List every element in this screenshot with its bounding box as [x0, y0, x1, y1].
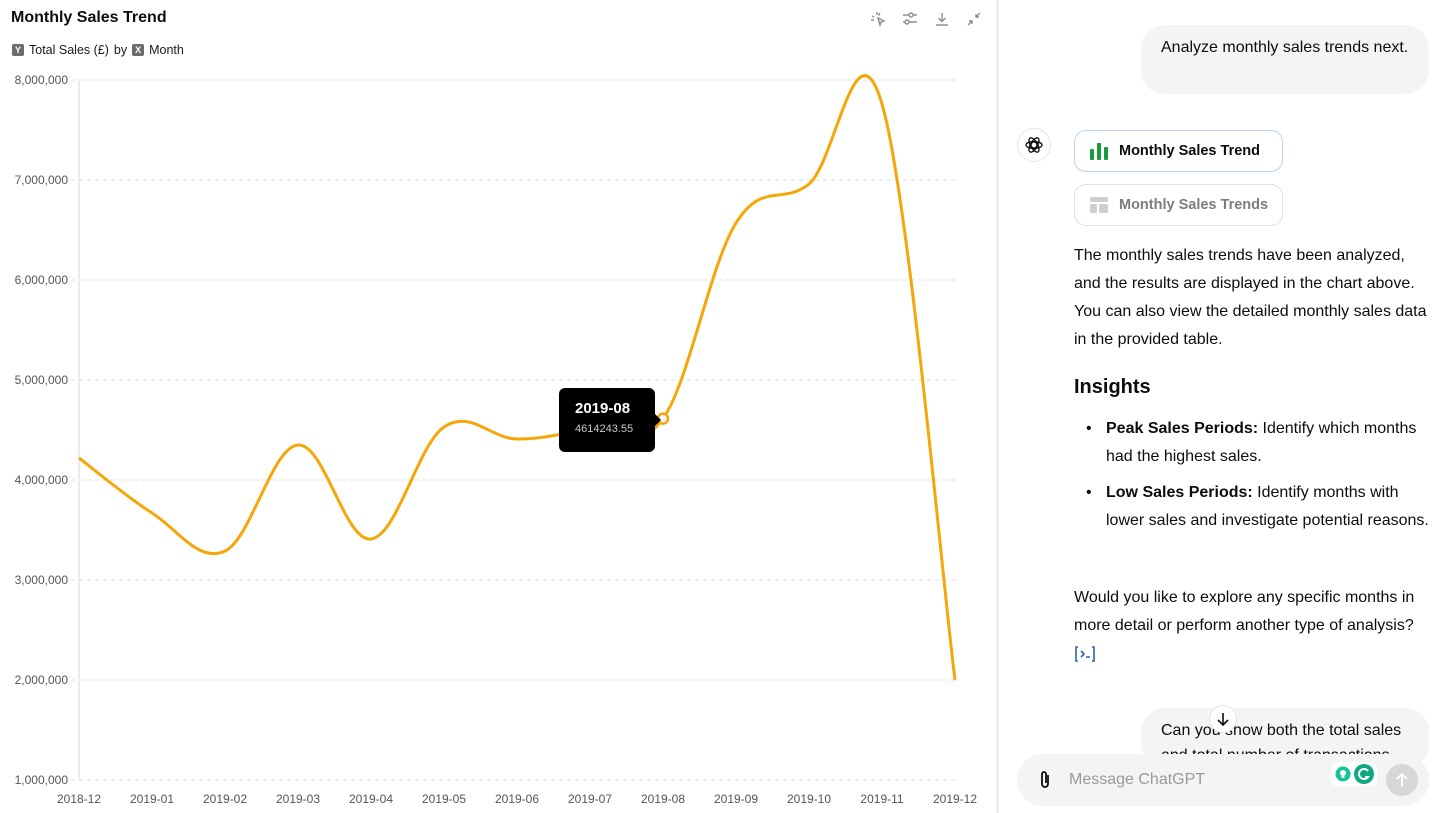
table-icon — [1090, 197, 1108, 213]
artifact-table-label: Monthly Sales Trends — [1119, 197, 1269, 213]
x-tick-label: 2019-06 — [495, 792, 539, 806]
chat-panel: Analyze monthly sales trends next. Month… — [999, 0, 1440, 813]
y-tick-label: 8,000,000 — [15, 73, 69, 87]
y-tick-label: 3,000,000 — [15, 573, 69, 587]
x-tick-label: 2019-12 — [933, 792, 977, 806]
assistant-avatar — [1017, 128, 1051, 162]
tooltip-title: 2019-08 — [575, 400, 631, 417]
y-tick-label: 1,000,000 — [15, 773, 69, 787]
series-line — [78, 74, 957, 681]
x-tick-label: 2019-02 — [203, 792, 247, 806]
insights-heading: Insights — [1074, 376, 1151, 398]
attach-button[interactable] — [1035, 769, 1055, 791]
x-tick-label: 2019-03 — [276, 792, 320, 806]
insight-item: Peak Sales Periods: Identify which month… — [1074, 415, 1434, 471]
chart-panel: Monthly Sales Trend Y Total Sales (£) by… — [0, 0, 997, 813]
x-tick-label: 2019-11 — [860, 792, 903, 806]
insight-title: Peak Sales Periods: — [1106, 420, 1259, 437]
y-tick-label: 2,000,000 — [15, 673, 69, 687]
paperclip-icon — [1041, 771, 1049, 788]
arrow-down-icon — [1217, 713, 1229, 726]
arrow-up-icon — [1396, 773, 1408, 786]
y-tick-label: 6,000,000 — [15, 273, 69, 287]
x-tick-label: 2019-01 — [130, 792, 174, 806]
chart-tooltip: 2019-08 4614243.55 — [559, 388, 661, 452]
followup-question: Would you like to explore any specific m… — [1074, 589, 1415, 634]
user-message: Analyze monthly sales trends next. — [1141, 25, 1429, 94]
scroll-down-button[interactable] — [1209, 705, 1237, 733]
x-tick-label: 2019-05 — [422, 792, 466, 806]
insight-title: Low Sales Periods: — [1106, 484, 1253, 501]
artifact-table-button[interactable]: Monthly Sales Trends — [1074, 184, 1283, 226]
message-composer — [1017, 754, 1429, 806]
send-button[interactable] — [1386, 764, 1418, 796]
y-tick-label: 4,000,000 — [15, 473, 69, 487]
x-tick-label: 2019-09 — [714, 792, 758, 806]
x-tick-label: 2018-12 — [57, 792, 101, 806]
openai-logo-icon — [1025, 137, 1043, 153]
view-code-button[interactable] — [1074, 645, 1096, 663]
grammarly-widget[interactable] — [1331, 762, 1377, 786]
message-input[interactable] — [1069, 768, 1319, 792]
y-tick-label: 7,000,000 — [15, 173, 69, 187]
y-tick-label: 5,000,000 — [15, 373, 69, 387]
line-chart: 1,000,000 2,000,000 3,000,000 4,000,000 5,00… — [15, 73, 978, 806]
x-tick-label: 2019-08 — [641, 792, 685, 806]
artifact-chart-button[interactable]: Monthly Sales Trend — [1074, 130, 1283, 172]
code-terminal-icon — [1075, 646, 1095, 662]
insights-list: Peak Sales Periods: Identify which month… — [1074, 415, 1434, 543]
x-tick-label: 2019-10 — [787, 792, 831, 806]
lightbulb-icon — [1335, 766, 1350, 782]
response-paragraph: The monthly sales trends have been analy… — [1074, 247, 1427, 348]
grammarly-icon — [1353, 764, 1374, 784]
bar-chart-icon — [1090, 143, 1108, 160]
artifact-chart-label: Monthly Sales Trend — [1119, 143, 1260, 159]
insight-item: Low Sales Periods: Identify months with … — [1074, 479, 1434, 535]
x-tick-label: 2019-04 — [349, 792, 393, 806]
x-tick-label: 2019-07 — [568, 792, 612, 806]
tooltip-value: 4614243.55 — [575, 423, 634, 435]
